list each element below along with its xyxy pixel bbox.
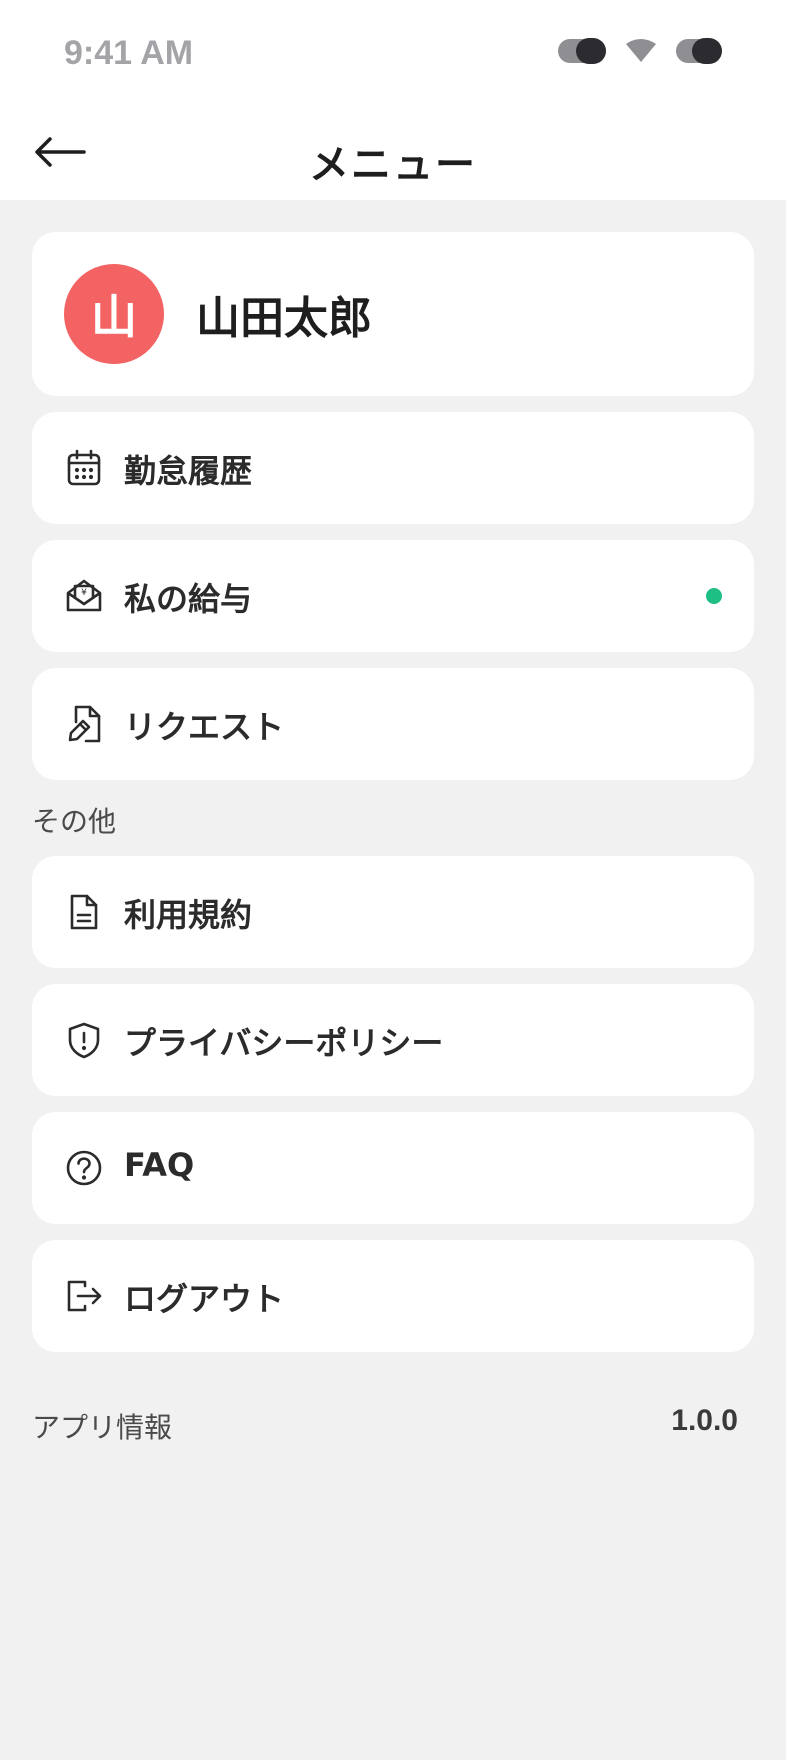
document-icon <box>64 892 104 932</box>
status-time: 9:41 AM <box>64 34 194 72</box>
notification-badge <box>706 588 722 604</box>
signal-icon <box>558 38 606 64</box>
menu-item-request[interactable]: リクエスト <box>32 668 754 780</box>
menu-item-label: プライバシーポリシー <box>124 1024 444 1062</box>
app-version: 1.0.0 <box>671 1404 738 1437</box>
section-title-other: その他 <box>32 805 117 838</box>
menu-item-logout[interactable]: ログアウト <box>32 1240 754 1352</box>
document-edit-icon <box>64 704 104 744</box>
menu-item-label: FAQ <box>124 1146 195 1184</box>
shield-alert-icon <box>64 1020 104 1060</box>
menu-item-label: ログアウト <box>124 1280 285 1318</box>
menu-item-faq[interactable]: FAQ <box>32 1112 754 1224</box>
menu-item-attendance-history[interactable]: 勤怠履歴 <box>32 412 754 524</box>
menu-item-label: 勤怠履歴 <box>124 452 253 490</box>
svg-text:¥: ¥ <box>81 588 87 598</box>
avatar: 山 <box>64 264 164 364</box>
status-icons <box>558 38 724 64</box>
top-bar: 9:41 AM メニュー <box>0 0 786 200</box>
app-info-label: アプリ情報 <box>32 1411 173 1444</box>
payslip-envelope-icon: ¥ <box>64 576 104 616</box>
menu-item-privacy-policy[interactable]: プライバシーポリシー <box>32 984 754 1096</box>
battery-icon <box>676 38 724 64</box>
page-title: メニュー <box>309 142 477 188</box>
wifi-icon <box>624 38 658 64</box>
question-circle-icon <box>64 1148 104 1188</box>
logout-icon <box>64 1276 104 1316</box>
calendar-icon <box>64 448 104 488</box>
menu-item-label: 私の給与 <box>124 580 253 618</box>
status-bar: 9:41 AM <box>0 0 786 110</box>
profile-name: 山田太郎 <box>196 293 372 344</box>
profile-card[interactable]: 山 山田太郎 <box>32 232 754 396</box>
menu-item-my-salary[interactable]: ¥ 私の給与 <box>32 540 754 652</box>
header: メニュー <box>0 110 786 200</box>
menu-item-terms[interactable]: 利用規約 <box>32 856 754 968</box>
menu-item-label: リクエスト <box>124 708 285 746</box>
menu-item-label: 利用規約 <box>124 896 253 934</box>
